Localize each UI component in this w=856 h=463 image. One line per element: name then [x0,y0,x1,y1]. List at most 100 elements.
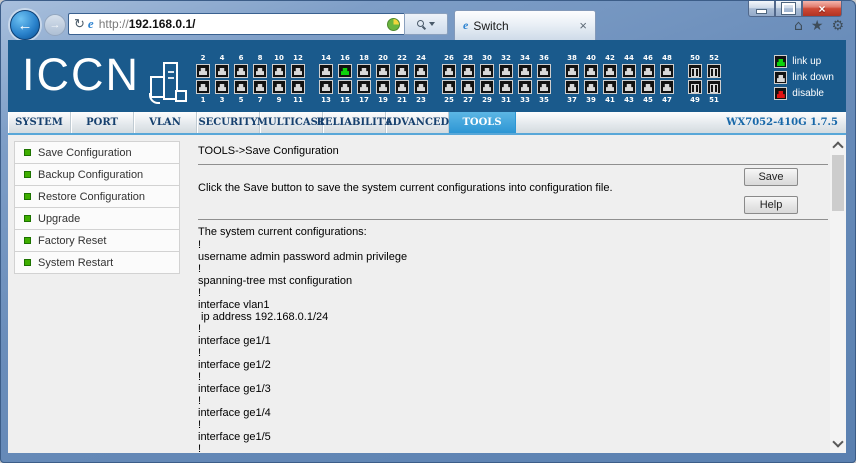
port-33[interactable] [518,80,532,94]
port-34[interactable] [518,64,532,78]
port-8[interactable] [253,64,267,78]
port-12[interactable] [291,64,305,78]
port-2[interactable] [196,64,210,78]
port-13[interactable] [319,80,333,94]
port-41[interactable] [603,80,617,94]
port-51[interactable] [707,80,721,94]
port-column: 50 49 [688,53,702,105]
tab-port[interactable]: PORT [71,112,134,133]
port-48[interactable] [660,64,674,78]
breadcrumb: TOOLS->Save Configuration [198,145,339,157]
port-39[interactable] [584,80,598,94]
sidebar-item-backup-configuration[interactable]: Backup Configuration [14,163,180,186]
sidebar-item-factory-reset[interactable]: Factory Reset [14,229,180,252]
port-37[interactable] [565,80,579,94]
port-4[interactable] [215,64,229,78]
port-42[interactable] [603,64,617,78]
browser-tab[interactable]: e Switch × [454,10,596,40]
port-column: 12 11 [291,53,305,105]
port-40[interactable] [584,64,598,78]
scroll-up-button[interactable] [830,137,846,153]
help-button[interactable]: Help [744,196,798,214]
port-6[interactable] [234,64,248,78]
port-number: 24 [416,54,426,62]
port-26[interactable] [442,64,456,78]
port-50[interactable] [688,64,702,78]
tab-multicast[interactable]: MULTICAST [257,112,325,133]
scrollbar[interactable] [830,135,846,453]
port-7[interactable] [253,80,267,94]
port-28[interactable] [461,64,475,78]
port-11[interactable] [291,80,305,94]
tab-system[interactable]: SYSTEM [8,112,71,133]
port-44[interactable] [622,64,636,78]
port-15[interactable] [338,80,352,94]
port-17[interactable] [357,80,371,94]
port-49[interactable] [688,80,702,94]
port-number: 51 [709,96,719,104]
port-14[interactable] [319,64,333,78]
browser-window: × ← → ↻ e http://192.168.0.1/ e Switch × [0,0,856,463]
tab-security[interactable]: SECURITY [197,112,260,133]
port-32[interactable] [499,64,513,78]
tab-vlan[interactable]: VLAN [134,112,197,133]
port-43[interactable] [622,80,636,94]
port-31[interactable] [499,80,513,94]
port-30[interactable] [480,64,494,78]
sidebar-item-save-configuration[interactable]: Save Configuration [14,141,180,164]
sidebar-item-upgrade[interactable]: Upgrade [14,207,180,230]
port-number: 6 [238,54,244,62]
port-29[interactable] [480,80,494,94]
port-24[interactable] [414,64,428,78]
scroll-down-button[interactable] [830,435,846,451]
port-20[interactable] [376,64,390,78]
home-icon[interactable]: ⌂ [794,19,803,34]
sidebar-item-label: Backup Configuration [38,168,144,181]
port-5[interactable] [234,80,248,94]
port-number: 34 [520,54,530,62]
port-column: 65 [234,53,248,105]
port-column: 42 41 [603,53,617,105]
favorites-star-icon[interactable]: ★ [811,19,824,34]
save-button[interactable]: Save [744,168,798,186]
tab-reliability[interactable]: RELIABILITY [317,112,391,133]
port-21[interactable] [395,80,409,94]
bullet-icon [24,193,31,200]
port-52[interactable] [707,64,721,78]
settings-gear-icon[interactable]: ⚙ [831,19,844,34]
port-18[interactable] [357,64,371,78]
sidebar-item-restore-configuration[interactable]: Restore Configuration [14,185,180,208]
port-27[interactable] [461,80,475,94]
refresh-icon[interactable]: ↻ [74,16,85,32]
tab-tools[interactable]: TOOLS [449,112,516,133]
address-bar[interactable]: ↻ e http://192.168.0.1/ [68,13,404,35]
tab-close-icon[interactable]: × [579,19,587,32]
port-number: 8 [257,54,263,62]
forward-button[interactable]: → [44,14,66,36]
port-number: 1 [200,96,206,104]
search-dropdown[interactable] [404,13,448,35]
port-16[interactable] [338,64,352,78]
port-45[interactable] [641,80,655,94]
port-10[interactable] [272,64,286,78]
port-38[interactable] [565,64,579,78]
port-3[interactable] [215,80,229,94]
scrollbar-thumb[interactable] [832,155,844,211]
port-36[interactable] [537,64,551,78]
port-46[interactable] [641,64,655,78]
tab-advanced[interactable]: ADVANCED [385,112,449,133]
port-19[interactable] [376,80,390,94]
port-25[interactable] [442,80,456,94]
port-22[interactable] [395,64,409,78]
port-47[interactable] [660,80,674,94]
port-number: 25 [444,96,454,104]
back-button[interactable]: ← [10,10,40,40]
port-number: 50 [690,54,700,62]
port-9[interactable] [272,80,286,94]
port-1[interactable] [196,80,210,94]
port-35[interactable] [537,80,551,94]
security-zone-icon[interactable] [387,17,400,31]
sidebar-item-system-restart[interactable]: System Restart [14,251,180,274]
tab-favicon-ie-icon: e [463,18,469,32]
port-23[interactable] [414,80,428,94]
